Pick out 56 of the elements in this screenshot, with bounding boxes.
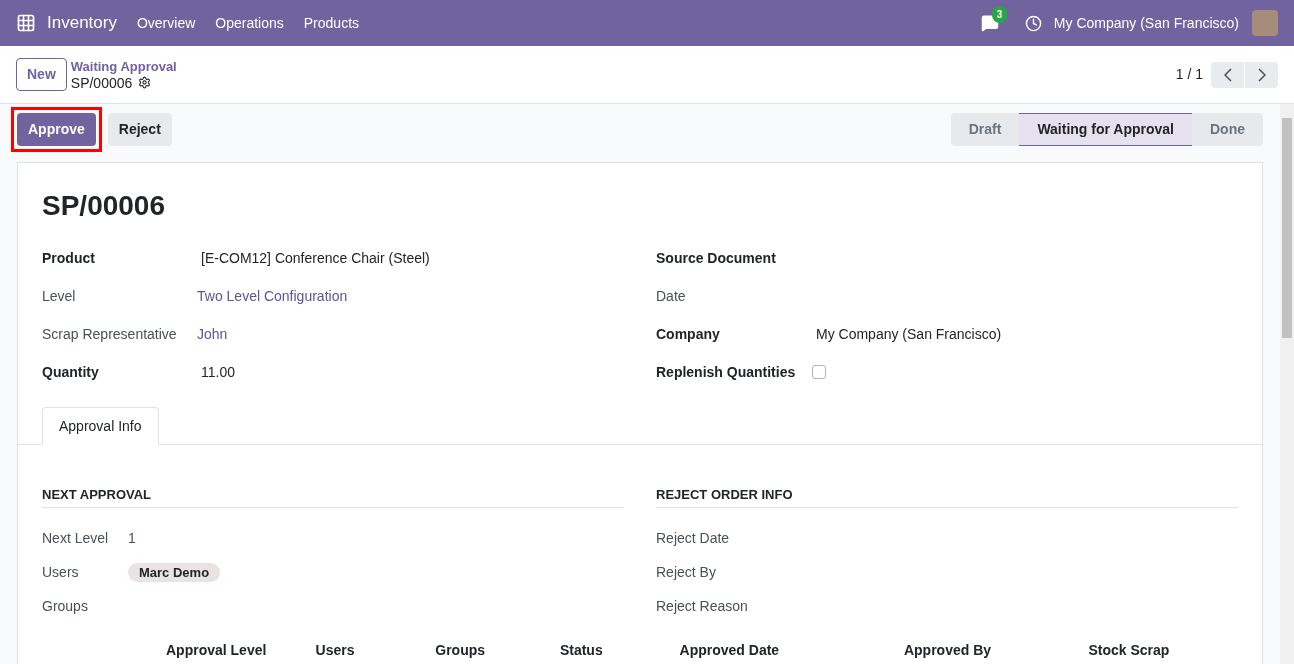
apps-menu-icon[interactable] [16,13,36,33]
field-label: Reject Date [656,529,730,548]
menu-item[interactable]: Overview [136,12,196,34]
message-count-badge: 3 [991,6,1008,23]
field-value: [E-COM12] Conference Chair (Steel) [200,248,430,268]
scrollbar[interactable] [1280,104,1294,664]
field-label: Replenish Quantities [656,362,797,382]
pager-counter: 1 / 1 [1175,65,1203,84]
field-label: Source Document [656,248,777,268]
approve-button[interactable]: Approve [17,112,96,146]
menu-item[interactable]: Operations [215,12,284,34]
status-step[interactable]: Waiting for Approval [1019,112,1192,146]
column-header[interactable]: Users [315,639,436,661]
status-step[interactable]: Draft [950,112,1020,146]
field-label: Next Level [42,529,110,548]
field-label: Company [656,324,721,344]
status-step[interactable]: Done [1192,112,1263,146]
checkbox[interactable] [812,365,826,379]
next-button[interactable] [1245,61,1278,88]
reject-button[interactable]: Reject [107,112,172,146]
column-header[interactable]: Status [559,639,680,661]
column-header[interactable]: Stock Scrap [1088,639,1238,661]
section-heading: NEXT APPROVAL [42,485,624,508]
chevron-left-icon [1223,67,1232,82]
app-name[interactable]: Inventory [47,10,117,36]
field-label: Date [656,286,687,306]
new-button[interactable]: New [16,58,67,91]
field-label: Users [42,563,80,582]
field-label: Reject By [656,563,716,582]
chevron-right-icon [1257,67,1266,82]
field-label: Product [42,248,96,268]
record-title: SP/00006 [42,189,166,223]
field-label: Scrap Representative [42,324,178,344]
menu-item[interactable]: Products [303,12,360,34]
breadcrumb-link[interactable]: Waiting Approval [70,58,177,75]
field-value: 1 [128,529,136,548]
field-link[interactable]: John [197,323,228,345]
user-tag: Marc Demo [128,562,221,583]
field-value: My Company (San Francisco) [815,324,1002,344]
column-header[interactable]: Approved Date [679,639,904,661]
record-name: SP/00006 [70,74,133,91]
column-header[interactable]: Groups [435,639,560,661]
field-label: Groups [42,597,89,616]
column-header[interactable]: Approval Level [166,639,316,661]
field-label: Level [42,286,77,306]
settings-icon[interactable] [138,76,152,89]
field-value: 11.00 [200,362,235,382]
activity-clock-icon[interactable] [1024,14,1042,32]
field-label: Reject Reason [656,597,748,616]
previous-button[interactable] [1211,61,1244,88]
section-heading: REJECT ORDER INFO [656,485,1238,508]
company-switcher[interactable]: My Company (San Francisco) [1053,12,1239,34]
field-link[interactable]: Two Level Configuration [197,285,348,307]
tab[interactable]: Approval Info [42,407,159,445]
field-label: Quantity [42,362,100,382]
column-header[interactable]: Approved By [903,639,1089,661]
